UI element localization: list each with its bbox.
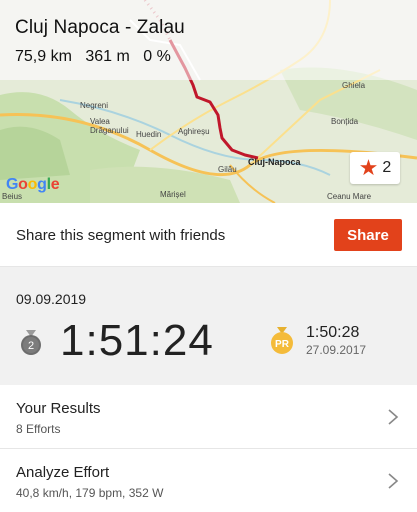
segment-grade: 0 % xyxy=(143,48,171,65)
segment-stats: 75,9 km 361 m 0 % xyxy=(15,48,180,66)
row-title: Analyze Effort xyxy=(16,464,110,481)
google-logo: Google xyxy=(6,176,60,193)
map-label: Aghireșu xyxy=(178,127,210,136)
segment-title: Cluj Napoca - Zalau xyxy=(15,17,185,38)
map-label: Bonțida xyxy=(331,117,359,126)
map-label: Mărișel xyxy=(160,190,186,199)
map-label: Ceanu Mare xyxy=(327,192,372,201)
segment-elevation: 361 m xyxy=(85,48,130,65)
share-button[interactable]: Share xyxy=(334,219,402,251)
row-title: Your Results xyxy=(16,400,101,417)
pr-time: 1:50:28 xyxy=(306,324,360,341)
pr-date: 27.09.2017 xyxy=(306,343,367,357)
map-label: Huedin xyxy=(136,130,162,139)
analyze-effort-row[interactable]: Analyze Effort 40,8 km/h, 179 bpm, 352 W xyxy=(0,450,417,512)
pr-label: PR xyxy=(275,339,290,350)
map-label: Valea Drăganului xyxy=(90,117,129,135)
pr-medal-icon: PR xyxy=(271,327,293,354)
star-segment-button[interactable]: ★ 2 xyxy=(350,152,400,184)
your-results-row[interactable]: Your Results 8 Efforts xyxy=(0,386,417,449)
map-label: Cluj-Napoca xyxy=(248,157,301,167)
map-label: Negreni xyxy=(80,101,109,110)
row-subtitle: 8 Efforts xyxy=(16,422,61,436)
rank-number: 2 xyxy=(28,340,34,352)
chevron-right-icon xyxy=(388,473,399,489)
effort-time: 1:51:24 xyxy=(60,316,214,365)
effort-date: 09.09.2019 xyxy=(16,291,87,307)
star-count: 2 xyxy=(382,159,392,176)
row-subtitle: 40,8 km/h, 179 bpm, 352 W xyxy=(16,486,164,500)
map-label: Gilău xyxy=(218,165,237,174)
segment-map[interactable]: Cluj Napoca - Zalau 75,9 km 361 m 0 % Ne… xyxy=(0,0,417,203)
map-label: Ghiela xyxy=(342,81,366,90)
chevron-right-icon xyxy=(388,409,399,425)
silver-medal-icon: 2 xyxy=(21,330,41,355)
segment-distance: 75,9 km xyxy=(15,48,72,65)
star-icon: ★ xyxy=(358,155,379,180)
share-text: Share this segment with friends xyxy=(16,227,226,244)
